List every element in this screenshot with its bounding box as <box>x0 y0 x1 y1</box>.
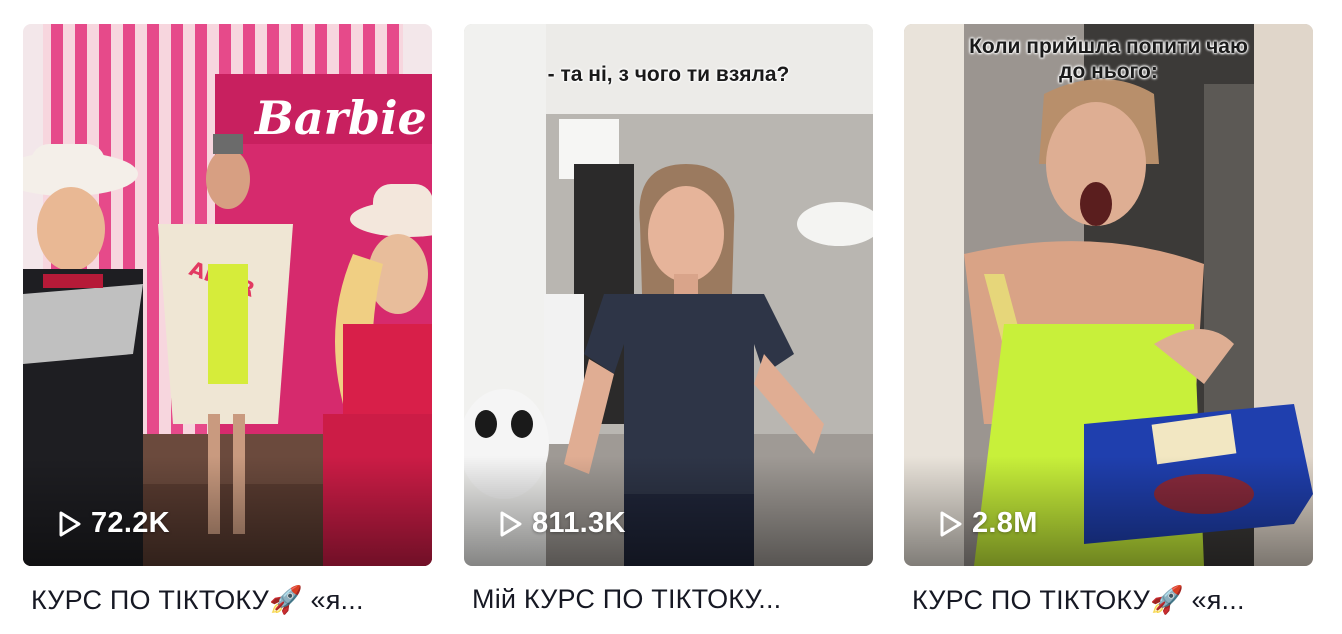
view-count-text: 811.3K <box>532 507 626 539</box>
video-title-3[interactable]: КУРС ПО ТІКТОКУ🚀 «я... <box>912 584 1332 616</box>
view-count-text: 2.8M <box>972 507 1038 539</box>
view-count-text: 72.2K <box>91 507 170 539</box>
view-count-1: 72.2K <box>57 507 170 540</box>
play-icon <box>59 511 81 536</box>
video-title-2[interactable]: Мій КУРС ПО ТІКТОКУ... <box>472 584 892 615</box>
video-thumbnail-3[interactable]: Коли прийшла попити чаю до нього: 2.8M <box>904 24 1313 566</box>
video-thumbnail-2[interactable]: - та ні, з чого ти взяла? 811.3K <box>464 24 873 566</box>
video-thumbnail-1[interactable]: Barbie AMOR <box>23 24 432 566</box>
overlay-caption-2: - та ні, з чого ти взяла? <box>547 63 790 86</box>
play-icon <box>940 511 962 536</box>
play-icon <box>500 511 522 536</box>
view-count-2: 811.3K <box>498 507 626 540</box>
video-title-1[interactable]: КУРС ПО ТІКТОКУ🚀 «я... <box>31 584 451 616</box>
overlay-caption-3: Коли прийшла попити чаю до нього: <box>969 35 1248 83</box>
video-card-2[interactable]: - та ні, з чого ти взяла? 811.3K Мій КУР… <box>464 24 873 614</box>
video-card-3[interactable]: Коли прийшла попити чаю до нього: 2.8M К… <box>904 24 1313 615</box>
video-card-1[interactable]: Barbie AMOR <box>23 24 432 615</box>
view-count-3: 2.8M <box>938 507 1038 540</box>
barbie-sign-text: Barbie <box>253 91 427 145</box>
